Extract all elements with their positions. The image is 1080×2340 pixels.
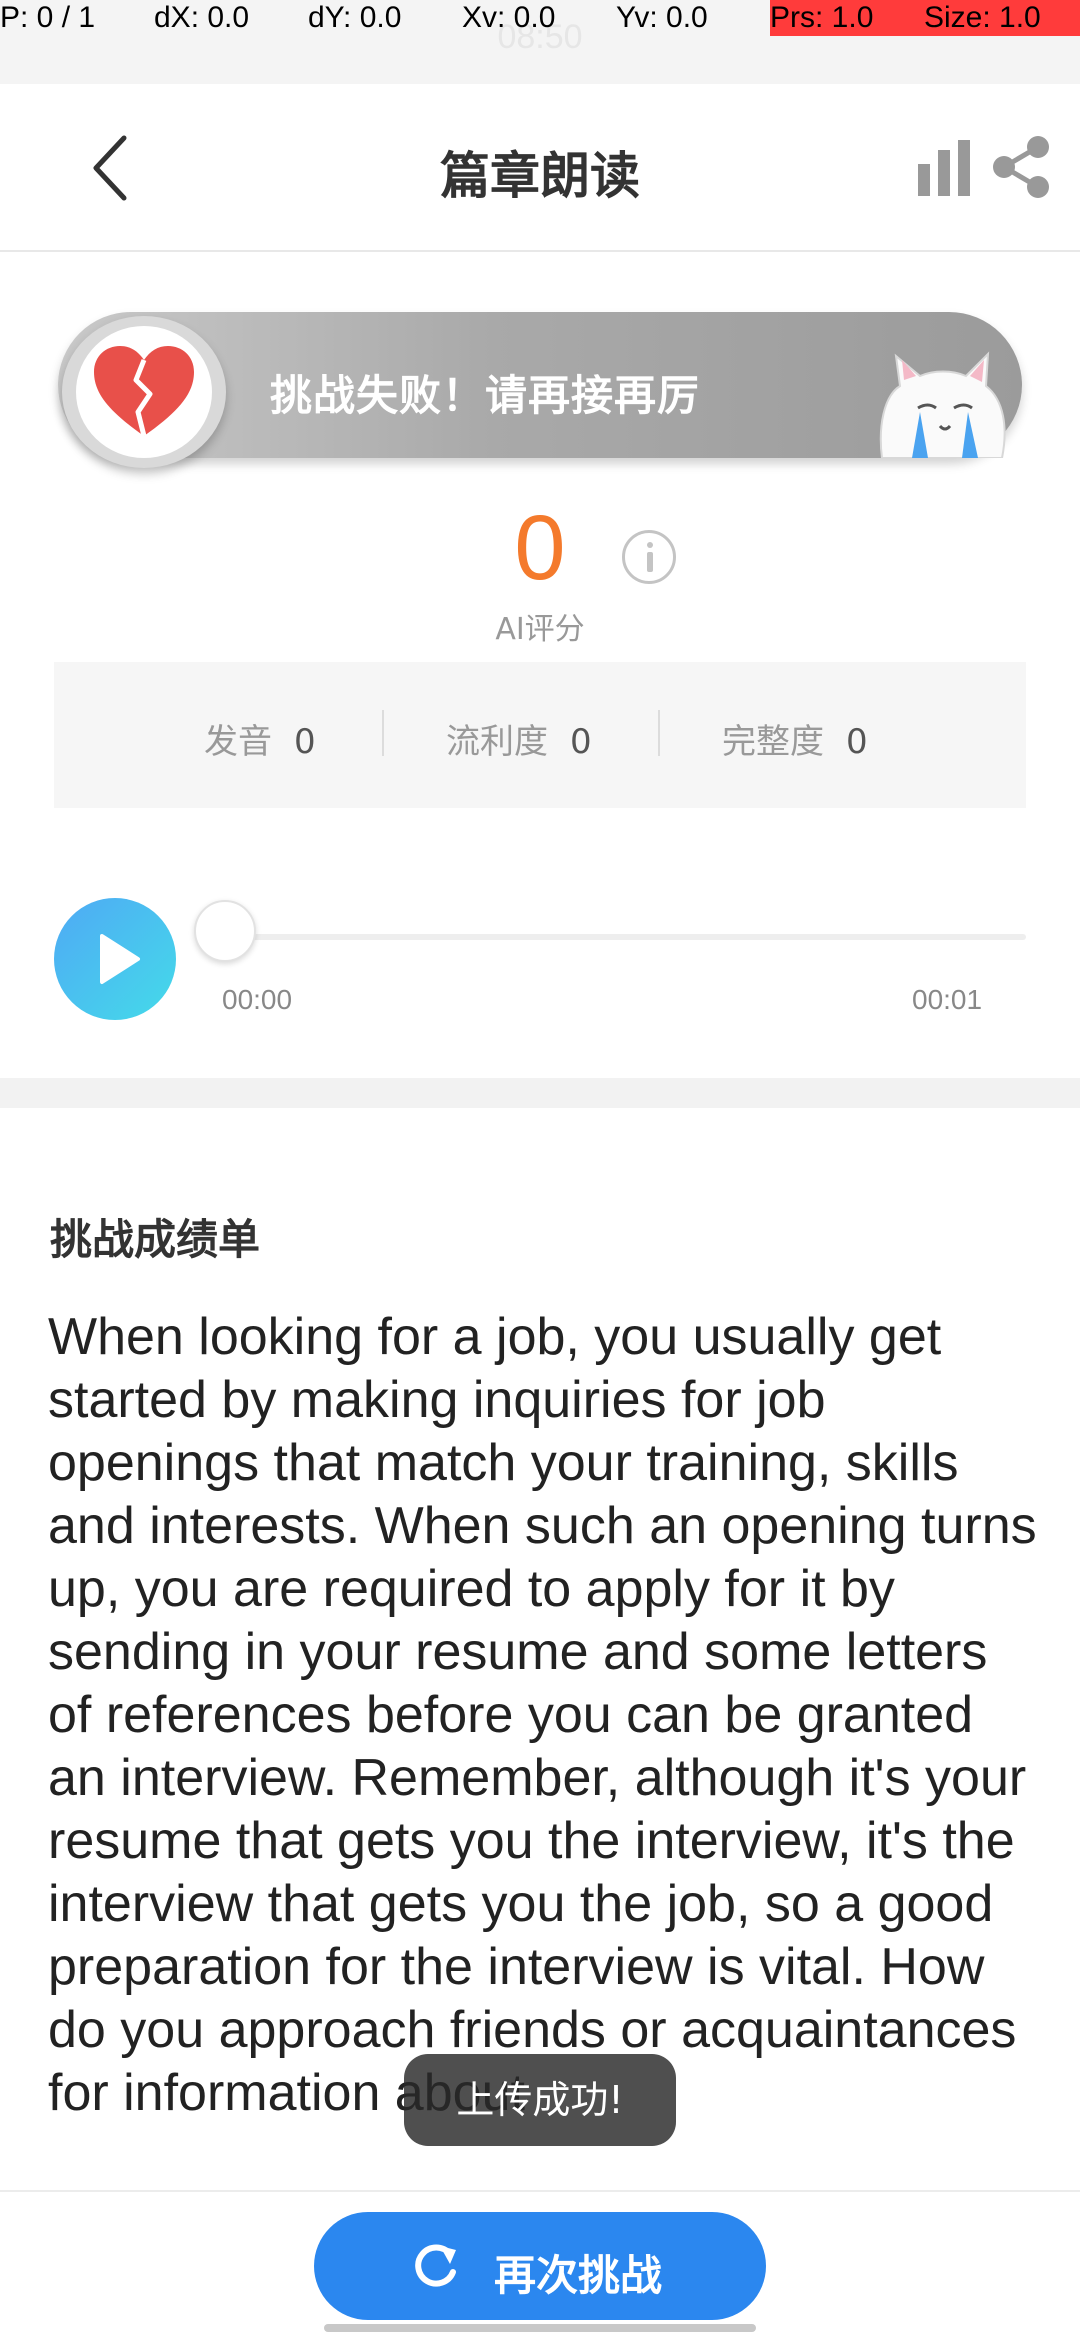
- play-icon: [100, 934, 140, 984]
- crying-cat-icon: [870, 346, 1010, 459]
- play-button[interactable]: [54, 898, 176, 1020]
- metric-divider: [658, 710, 660, 756]
- progress-handle[interactable]: [194, 900, 256, 962]
- metric-value: 0: [846, 722, 868, 762]
- metric-divider: [382, 710, 384, 756]
- metric-value: 0: [294, 722, 316, 762]
- metric-label: 发音: [204, 722, 272, 762]
- report-title: 挑战成绩单: [50, 1215, 261, 1264]
- home-indicator[interactable]: [324, 2324, 756, 2332]
- touch-size: Size: 1.0: [924, 1, 1041, 34]
- app-header: 篇章朗读: [0, 84, 1080, 252]
- pressure: Prs: 1.0: [770, 1, 874, 34]
- metric-label: 完整度: [722, 722, 824, 762]
- retry-button[interactable]: 再次挑战: [314, 2212, 766, 2320]
- metric-label: 流利度: [446, 722, 548, 762]
- metric-pronunciation: 发音 0: [204, 714, 316, 763]
- info-icon[interactable]: [622, 530, 676, 584]
- delta-y: dY: 0.0: [308, 1, 402, 34]
- share-button[interactable]: [990, 134, 1052, 200]
- section-divider: [0, 1078, 1080, 1108]
- ai-score-value: 0: [514, 497, 566, 599]
- refresh-icon: [415, 2244, 456, 2287]
- bar-chart-icon: [918, 140, 970, 196]
- stats-button[interactable]: [916, 140, 972, 196]
- current-time: 00:00: [222, 984, 293, 1015]
- metric-value: 0: [570, 722, 592, 762]
- progress-track[interactable]: [224, 934, 1026, 940]
- total-time: 00:01: [912, 984, 983, 1015]
- result-message: 挑战失败！请再接再厉: [270, 371, 701, 420]
- upload-toast: 上传成功!: [404, 2054, 676, 2146]
- metric-fluency: 流利度 0: [446, 714, 592, 763]
- retry-label: 再次挑战: [494, 2251, 663, 2300]
- broken-heart-icon: [94, 346, 194, 437]
- score-breakdown: 发音 0 流利度 0 完整度 0: [54, 662, 1026, 808]
- velocity-x: Xv: 0.0: [462, 1, 556, 34]
- delta-x: dX: 0.0: [154, 1, 250, 34]
- ai-score-label: AI评分: [495, 612, 585, 647]
- result-badge: [62, 316, 226, 468]
- velocity-y: Yv: 0.0: [616, 1, 708, 34]
- metric-completeness: 完整度 0: [722, 714, 868, 763]
- pointer-debug-bar: P: 0 / 1 dX: 0.0 dY: 0.0 Xv: 0.0 Yv: 0.0…: [0, 0, 1080, 36]
- share-icon: [993, 136, 1049, 198]
- pointer-count: P: 0 / 1: [0, 1, 96, 34]
